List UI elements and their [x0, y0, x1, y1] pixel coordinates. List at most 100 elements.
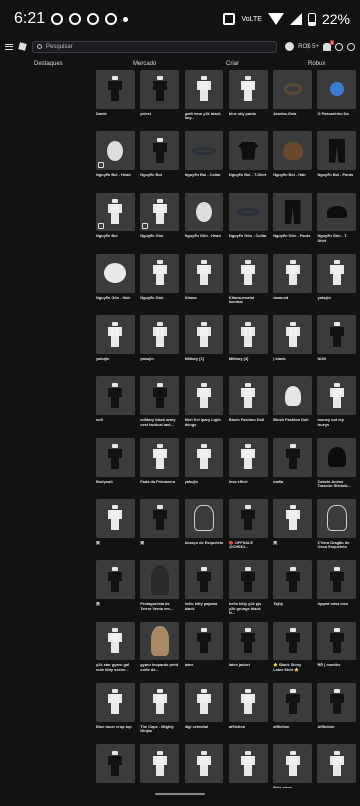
robux-icon[interactable] — [335, 42, 343, 51]
catalog-item-card[interactable]: Blush Fashion Doll — [228, 376, 268, 437]
catalog-item-card[interactable]: yakujin — [317, 253, 357, 315]
catalog-item-card[interactable]: Fada da Primavera — [140, 437, 180, 499]
item-thumbnail[interactable] — [228, 192, 268, 232]
item-name[interactable]: Aranha-Gela — [273, 112, 312, 117]
item-thumbnail[interactable] — [317, 131, 357, 171]
catalog-item-card[interactable]: Nguyễn Gôn - Collar — [228, 192, 268, 254]
item-name[interactable]: Nguyễn Boi - T-Shirt — [229, 173, 268, 178]
catalog-item-card[interactable]: Bodysuit — [96, 437, 135, 499]
catalog-item-card[interactable]: Nguyễn Boi - Hair — [273, 131, 312, 192]
catalog-item-card[interactable]: Blue racer crop top — [96, 682, 135, 744]
item-thumbnail[interactable] — [228, 70, 268, 109]
item-name[interactable]: Nguyễn Boi - Collar — [185, 173, 224, 178]
item-name[interactable]: military black army vest tactical tact..… — [140, 418, 179, 427]
item-thumbnail[interactable] — [273, 621, 312, 661]
catalog-item-card[interactable]: less effort — [228, 437, 268, 499]
item-name[interactable]: Nguyễn Boi - Hair — [273, 173, 312, 178]
tab-robux[interactable]: Robux — [308, 61, 325, 67]
catalog-item-card[interactable]: Aranha-Gela — [273, 70, 312, 131]
item-name[interactable]: damned — [273, 296, 312, 301]
catalog-item-card[interactable]: yakujin — [96, 315, 135, 376]
item-name[interactable]: digi celestial — [185, 725, 224, 730]
item-name[interactable]: yakujin — [140, 357, 179, 362]
item-thumbnail[interactable] — [96, 437, 135, 477]
catalog-item-card[interactable]: Meri Kei ipary Light things — [184, 376, 224, 437]
item-thumbnail[interactable] — [273, 253, 312, 293]
item-thumbnail[interactable] — [317, 744, 357, 784]
catalog-item-card[interactable]: Military [1] — [184, 315, 224, 376]
item-name[interactable]: yakujin — [185, 480, 224, 485]
item-name[interactable]: Military [4] — [229, 357, 268, 362]
catalog-item-card[interactable]: Nguyễn Boi - Collar — [184, 131, 224, 192]
item-thumbnail[interactable] — [273, 499, 312, 538]
catalog-item-card[interactable]: damned — [273, 253, 312, 315]
item-thumbnail[interactable] — [317, 253, 357, 293]
item-thumbnail[interactable] — [317, 560, 357, 600]
catalog-item-card[interactable]: Z'Vora Dragão de Osso Esqueleto — [317, 499, 357, 560]
item-name[interactable]: Nguyễn Boi - Pants — [317, 173, 356, 178]
robux-count[interactable]: RO$ 5+ — [298, 44, 319, 50]
catalog-item-card[interactable]: y2k star gyaru gal cute kitty scene... — [96, 621, 135, 683]
item-thumbnail[interactable] — [184, 315, 224, 354]
catalog-item-card[interactable]: priest — [140, 70, 180, 131]
item-name[interactable]: affliction — [229, 725, 268, 730]
item-thumbnail[interactable] — [184, 499, 224, 538]
catalog-item-card[interactable]: hello kitty y2k pjs y2k grunge black N..… — [228, 560, 268, 621]
item-name[interactable]: Nguyễn Gôn — [140, 296, 179, 301]
catalog-item-card[interactable]: Protagonista de Terror Vento em... — [140, 560, 180, 621]
catalog-item-card[interactable]: Nguyễn Gôn — [140, 253, 180, 315]
item-thumbnail[interactable] — [140, 744, 180, 784]
item-name[interactable]: Nguyễn Gôn - T-Shirt — [317, 234, 356, 243]
item-name[interactable]: NUN — [317, 357, 356, 362]
item-thumbnail[interactable] — [317, 682, 357, 722]
item-thumbnail[interactable] — [184, 253, 224, 293]
item-thumbnail[interactable] — [228, 621, 268, 661]
item-name[interactable]: Fada da Primavera — [140, 480, 179, 485]
item-name[interactable]: hello kitty y2k pjs y2k grunge black N..… — [229, 602, 268, 616]
item-thumbnail[interactable] — [228, 560, 268, 600]
catalog-item-card[interactable]: money out my trueys — [317, 376, 357, 437]
item-thumbnail[interactable] — [184, 70, 224, 109]
tab-criar[interactable]: Criar — [226, 61, 239, 67]
item-name[interactable]: | blank — [273, 357, 312, 362]
item-name[interactable]: Blush Fashion Doll — [273, 418, 312, 423]
item-name[interactable]: Nguyễn Gôn - Pants — [273, 234, 312, 239]
catalog-item-card[interactable]: Nguyễn Gôn - T-Shirt — [317, 192, 357, 254]
item-name[interactable]: Dante — [96, 112, 135, 117]
tab-mercado[interactable]: Mercado — [133, 61, 156, 67]
item-thumbnail[interactable] — [273, 744, 312, 784]
item-name[interactable]: affliction — [273, 725, 312, 730]
item-thumbnail[interactable] — [140, 437, 180, 477]
catalog-item-card[interactable]: Nguyễn Boi — [140, 131, 180, 192]
item-name[interactable]: Blue racer crop top — [96, 725, 135, 730]
item-name[interactable]: money out my trueys — [317, 418, 356, 427]
item-thumbnail[interactable] — [96, 682, 135, 722]
item-name[interactable]: hello kitty pajama black — [185, 602, 224, 611]
catalog-item-card[interactable]: Kitana-mortal kombat — [228, 253, 268, 315]
item-name[interactable]: yakujin — [317, 296, 356, 301]
item-thumbnail[interactable] — [96, 315, 135, 354]
item-name[interactable]: Nguyễn Gôn - Head — [185, 234, 224, 239]
catalog-item-card[interactable]: Nguyễn Gôn - Pants — [273, 192, 312, 254]
item-thumbnail[interactable] — [273, 192, 312, 232]
item-name[interactable]: mafia — [273, 480, 312, 485]
item-name[interactable]: 美 — [96, 541, 135, 546]
item-name[interactable]: Military [1] — [185, 357, 224, 362]
menu-icon[interactable] — [5, 43, 13, 50]
item-thumbnail[interactable] — [96, 744, 135, 784]
item-thumbnail[interactable] — [228, 376, 268, 416]
catalog-item-card[interactable]: Affliction — [317, 682, 357, 744]
item-thumbnail[interactable] — [140, 70, 180, 109]
item-name[interactable]: Nguyễn Boi - Head — [96, 173, 135, 178]
item-name[interactable]: Nguyễn Boi — [96, 234, 135, 239]
item-thumbnail[interactable] — [317, 499, 357, 538]
item-thumbnail[interactable] — [228, 682, 268, 722]
item-thumbnail[interactable] — [273, 131, 312, 171]
item-name[interactable]: Tajhy — [273, 602, 312, 607]
item-name[interactable]: goth emo y2k black boy... — [185, 112, 224, 121]
catalog-item-card[interactable]: 美 — [96, 499, 135, 560]
item-thumbnail[interactable] — [228, 437, 268, 477]
item-name[interactable]: Kitana — [185, 296, 224, 301]
catalog-item-card[interactable]: The Cape - Mighty Ninjas — [140, 682, 180, 744]
item-name[interactable]: Kitana-mortal kombat — [229, 296, 268, 305]
